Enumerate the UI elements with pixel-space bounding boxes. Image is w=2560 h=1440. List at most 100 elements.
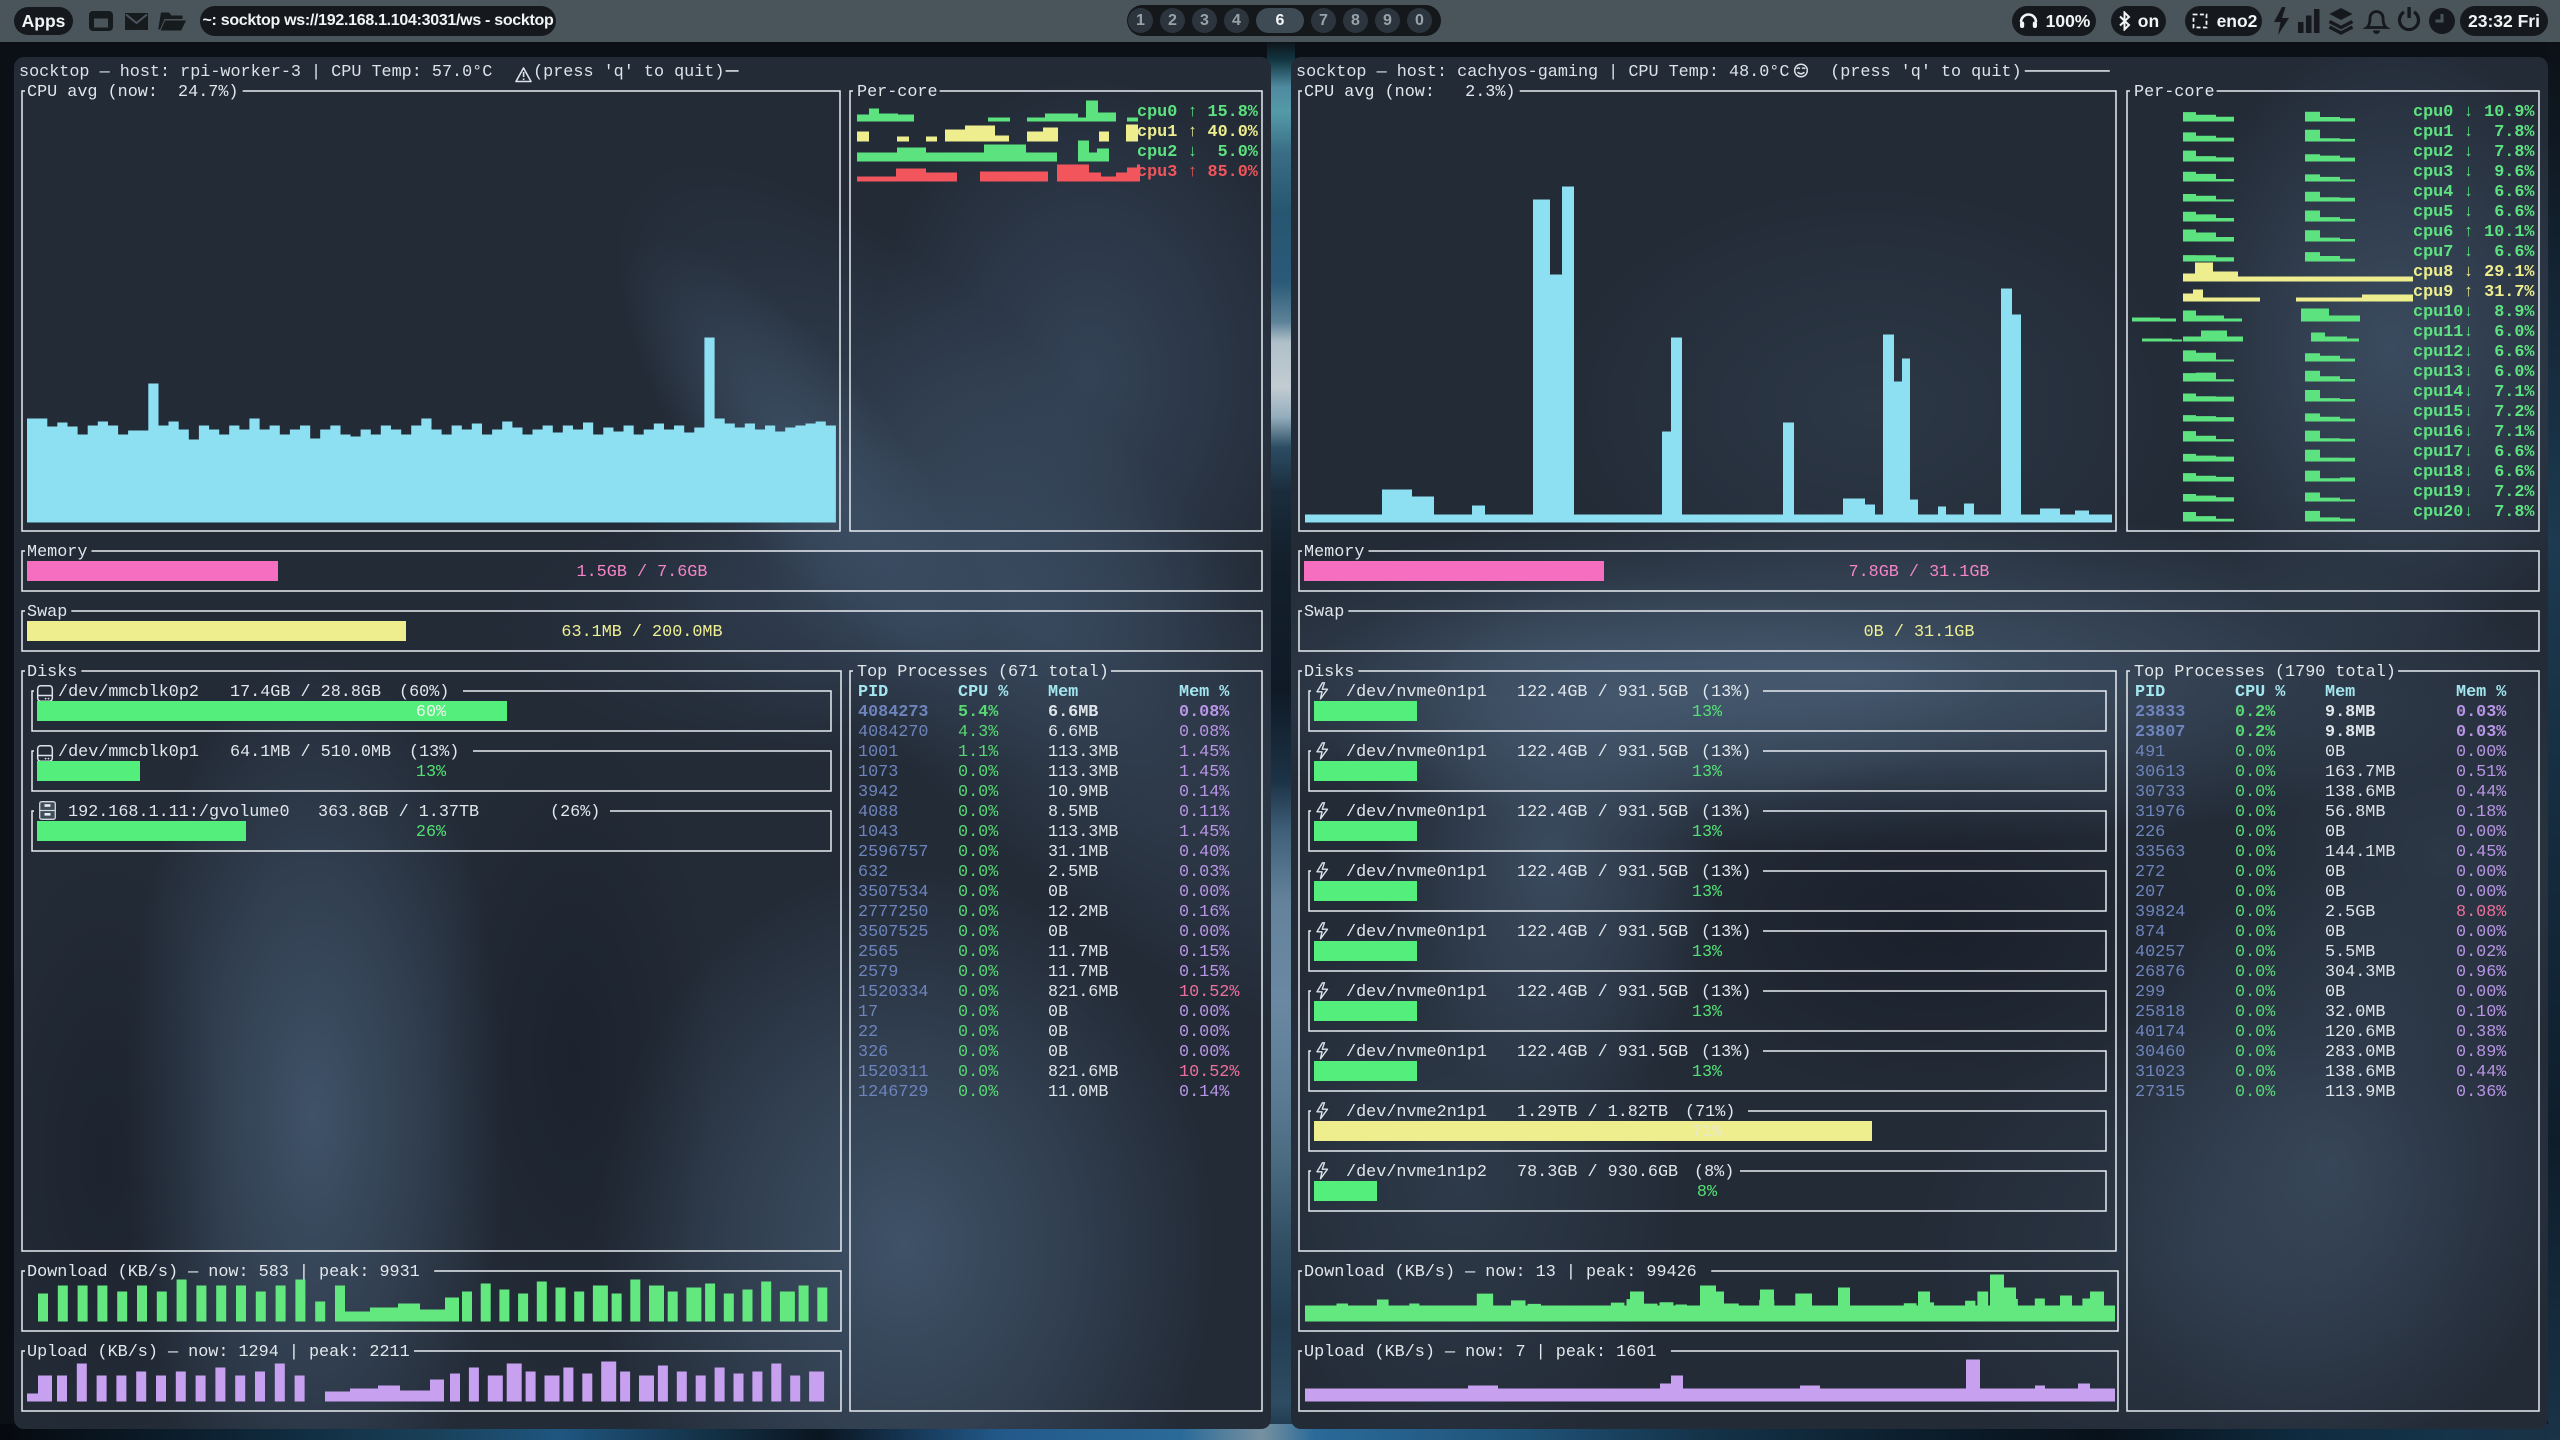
svg-text:0.44%: 0.44% xyxy=(2456,783,2507,802)
svg-text:6.6%: 6.6% xyxy=(2494,203,2535,222)
svg-text:0B: 0B xyxy=(1048,923,1068,942)
svg-text:113.3MB: 113.3MB xyxy=(1048,763,1119,782)
svg-text:9.6%: 9.6% xyxy=(2494,163,2535,182)
svg-text:1001: 1001 xyxy=(858,743,898,762)
svg-text:7.1%: 7.1% xyxy=(2494,383,2535,402)
svg-text:0.0%: 0.0% xyxy=(958,823,999,842)
svg-text:cpu12↓: cpu12↓ xyxy=(2413,343,2473,362)
svg-text:2.5MB: 2.5MB xyxy=(1048,863,1098,882)
svg-text:(13%): (13%) xyxy=(1701,863,1751,882)
svg-text:0.00%: 0.00% xyxy=(2456,743,2507,762)
svg-text:PID: PID xyxy=(858,683,888,702)
svg-text:Top Processes (1790 total): Top Processes (1790 total) xyxy=(2134,663,2396,682)
svg-text:cpu2 ↓ 5.0%: cpu2 ↓ 5.0% xyxy=(1137,143,1259,162)
svg-text:0.0%: 0.0% xyxy=(2235,863,2276,882)
svg-text:(13%): (13%) xyxy=(1701,683,1751,702)
svg-text:1.45%: 1.45% xyxy=(1179,743,1230,762)
svg-text:0B: 0B xyxy=(2325,923,2345,942)
svg-text:/dev/nvme1n1p2: /dev/nvme1n1p2 xyxy=(1346,1163,1487,1182)
svg-text:60%: 60% xyxy=(416,703,447,722)
svg-text:Mem: Mem xyxy=(2325,683,2355,702)
svg-text:30733: 30733 xyxy=(2135,783,2185,802)
svg-text:cpu5 ↓: cpu5 ↓ xyxy=(2413,203,2473,222)
svg-text:120.6MB: 120.6MB xyxy=(2325,1023,2396,1042)
svg-text:0.0%: 0.0% xyxy=(958,923,999,942)
svg-text:6.6%: 6.6% xyxy=(2494,183,2535,202)
svg-text:(71%): (71%) xyxy=(1685,1103,1735,1122)
svg-text:0.18%: 0.18% xyxy=(2456,803,2507,822)
svg-text:0.2%: 0.2% xyxy=(2235,723,2276,742)
svg-text:122.4GB / 931.5GB: 122.4GB / 931.5GB xyxy=(1517,683,1688,702)
svg-text:0.0%: 0.0% xyxy=(2235,923,2276,942)
svg-text:1073: 1073 xyxy=(858,763,898,782)
svg-text:8.5MB: 8.5MB xyxy=(1048,803,1098,822)
svg-text:78.3GB / 930.6GB: 78.3GB / 930.6GB xyxy=(1517,1163,1678,1182)
svg-text:5.5MB: 5.5MB xyxy=(2325,943,2375,962)
svg-text:874: 874 xyxy=(2135,923,2165,942)
svg-text:113.9MB: 113.9MB xyxy=(2325,1083,2396,1102)
svg-text:(13%): (13%) xyxy=(1701,1043,1751,1062)
svg-text:0.15%: 0.15% xyxy=(1179,943,1230,962)
svg-text:9.8MB: 9.8MB xyxy=(2325,723,2375,742)
svg-text:207: 207 xyxy=(2135,883,2165,902)
svg-text:8.08%: 8.08% xyxy=(2456,903,2507,922)
svg-text:cpu2 ↓: cpu2 ↓ xyxy=(2413,143,2473,162)
svg-text:304.3MB: 304.3MB xyxy=(2325,963,2396,982)
svg-text:13%: 13% xyxy=(1692,763,1723,782)
svg-text:0.03%: 0.03% xyxy=(2456,723,2507,742)
svg-text:7.8GB / 31.1GB: 7.8GB / 31.1GB xyxy=(1849,563,1990,582)
svg-text:13%: 13% xyxy=(1692,883,1723,902)
svg-text:0.0%: 0.0% xyxy=(2235,1063,2276,1082)
svg-text:0.08%: 0.08% xyxy=(1179,723,1230,742)
svg-text:cpu6 ↑: cpu6 ↑ xyxy=(2413,223,2473,242)
svg-text:4088: 4088 xyxy=(858,803,898,822)
svg-text:Per-core: Per-core xyxy=(857,83,938,102)
svg-text:326: 326 xyxy=(858,1043,888,1062)
svg-text:(13%): (13%) xyxy=(1701,803,1751,822)
svg-text:0.0%: 0.0% xyxy=(2235,983,2276,1002)
svg-text:10.52%: 10.52% xyxy=(1179,983,1240,1002)
svg-text:Disks: Disks xyxy=(1304,663,1354,682)
svg-text:0.00%: 0.00% xyxy=(1179,1043,1230,1062)
svg-text:Swap: Swap xyxy=(27,603,67,622)
svg-text:/dev/nvme2n1p1: /dev/nvme2n1p1 xyxy=(1346,1103,1487,1122)
svg-text:0.0%: 0.0% xyxy=(2235,883,2276,902)
svg-text:(13%): (13%) xyxy=(1701,923,1751,942)
svg-text:3507534: 3507534 xyxy=(858,883,929,902)
svg-text:Disks: Disks xyxy=(27,663,77,682)
svg-text:1.45%: 1.45% xyxy=(1179,823,1230,842)
svg-text:8.9%: 8.9% xyxy=(2494,303,2535,322)
svg-text:9.8MB: 9.8MB xyxy=(2325,703,2375,722)
svg-text:(8%): (8%) xyxy=(1694,1163,1734,1182)
svg-text:0.03%: 0.03% xyxy=(2456,703,2507,722)
svg-text:40257: 40257 xyxy=(2135,943,2185,962)
svg-text:(13%): (13%) xyxy=(409,743,459,762)
svg-text:0.00%: 0.00% xyxy=(2456,883,2507,902)
svg-text:0.0%: 0.0% xyxy=(2235,1083,2276,1102)
svg-text:0.0%: 0.0% xyxy=(958,903,999,922)
svg-text:122.4GB / 931.5GB: 122.4GB / 931.5GB xyxy=(1517,863,1688,882)
svg-text:10.9MB: 10.9MB xyxy=(1048,783,1108,802)
svg-text:144.1MB: 144.1MB xyxy=(2325,843,2396,862)
svg-text:0B: 0B xyxy=(2325,863,2345,882)
svg-text:cpu14↓: cpu14↓ xyxy=(2413,383,2473,402)
svg-text:0B: 0B xyxy=(1048,1043,1068,1062)
svg-text:0.51%: 0.51% xyxy=(2456,763,2507,782)
svg-text:27315: 27315 xyxy=(2135,1083,2185,1102)
svg-text:1246729: 1246729 xyxy=(858,1083,929,1102)
svg-text:17: 17 xyxy=(858,1003,878,1022)
svg-text:Swap: Swap xyxy=(1304,603,1344,622)
svg-text:71%: 71% xyxy=(1692,1123,1723,1142)
svg-text:0.00%: 0.00% xyxy=(2456,863,2507,882)
svg-text:6.6MB: 6.6MB xyxy=(1048,703,1098,722)
svg-text:1520334: 1520334 xyxy=(858,983,929,1002)
svg-text:0.0%: 0.0% xyxy=(2235,763,2276,782)
svg-text:0.00%: 0.00% xyxy=(2456,983,2507,1002)
svg-text:7.2%: 7.2% xyxy=(2494,483,2535,502)
svg-text:0.89%: 0.89% xyxy=(2456,1043,2507,1062)
svg-text:cpu16↓: cpu16↓ xyxy=(2413,423,2473,442)
svg-text:0.36%: 0.36% xyxy=(2456,1083,2507,1102)
svg-text:Mem %: Mem % xyxy=(1179,683,1230,702)
svg-text:/dev/mmcblk0p2: /dev/mmcblk0p2 xyxy=(58,683,199,702)
svg-text:30613: 30613 xyxy=(2135,763,2185,782)
